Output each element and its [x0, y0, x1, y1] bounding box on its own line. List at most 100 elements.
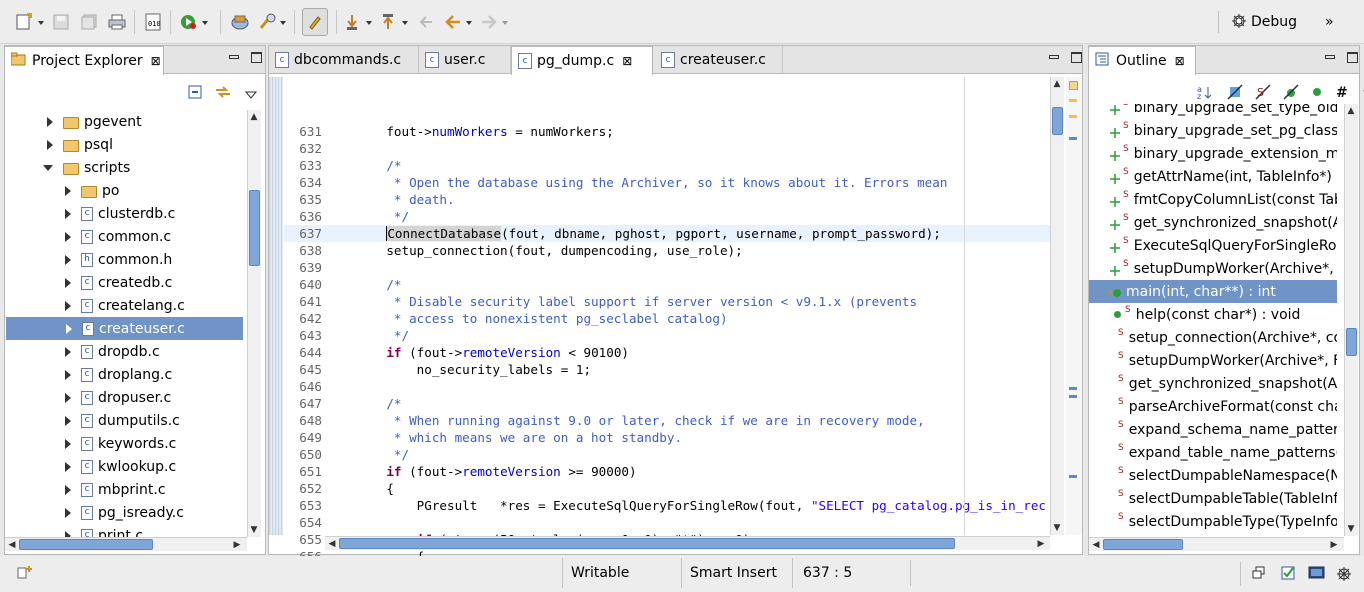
code-line[interactable]: 636 */	[284, 208, 1050, 225]
project-tree-hscrollbar[interactable]: ◀ ▶	[5, 537, 247, 551]
tree-collapsed-icon[interactable]	[5, 116, 63, 127]
tree-item[interactable]: c dumputils.c	[5, 409, 244, 432]
tree-collapsed-icon[interactable]	[5, 346, 81, 357]
tab-user[interactable]: c user.c	[419, 46, 511, 74]
outline-item[interactable]: SgetAttrName(int, TableInfo*) :	[1089, 165, 1337, 188]
tab-dbcommands[interactable]: c dbcommands.c	[269, 46, 419, 74]
tree-collapsed-icon[interactable]	[5, 231, 81, 242]
outline-vscrollbar[interactable]: ▲ ▼	[1344, 104, 1358, 536]
scroll-up-icon[interactable]: ▲	[1051, 78, 1063, 90]
tree-expanded-icon[interactable]	[5, 164, 63, 171]
code-line[interactable]: 652 {	[284, 480, 1050, 497]
minimize-icon[interactable]	[1325, 55, 1335, 59]
tree-collapsed-icon[interactable]	[5, 415, 81, 426]
code-line[interactable]: 635 * death.	[284, 191, 1050, 208]
scroll-down-icon[interactable]: ▼	[1345, 523, 1357, 535]
fast-view-icon[interactable]	[16, 564, 34, 584]
tree-item[interactable]: c kwlookup.c	[5, 455, 244, 478]
tab-project-explorer[interactable]: Project Explorer ⊠	[4, 46, 164, 75]
close-icon[interactable]: ⊠	[1175, 54, 1185, 68]
code-line[interactable]: 631 fout->numWorkers = numWorkers;	[284, 123, 1050, 140]
toggle-mark-occurrences-icon[interactable]	[302, 8, 328, 36]
scroll-down-icon[interactable]: ▼	[1051, 522, 1063, 534]
outline-item[interactable]: S ExecuteSqlQueryForSingleRow	[1089, 234, 1337, 257]
scroll-left-icon[interactable]: ◀	[6, 539, 18, 551]
code-line[interactable]: 638 setup_connection(fout, dumpencoding,…	[284, 242, 1050, 259]
tree-item[interactable]: c clusterdb.c	[5, 202, 244, 225]
code-line[interactable]: 639	[284, 259, 1050, 276]
debug-view-icon[interactable]	[1336, 565, 1354, 585]
last-edit-location-icon[interactable]	[418, 12, 436, 32]
outline-item[interactable]: main(int, char**) : int	[1089, 280, 1337, 303]
scroll-down-icon[interactable]: ▼	[248, 524, 260, 536]
tree-collapsed-icon[interactable]	[5, 277, 81, 288]
console-icon[interactable]	[1308, 565, 1326, 585]
code-line[interactable]: 654	[284, 514, 1050, 531]
outline-item[interactable]: Sget_synchronized_snapshot(A	[1089, 211, 1337, 234]
outline-item[interactable]: Sbinary_upgrade_set_type_oids	[1089, 104, 1337, 119]
outline-item[interactable]: Sexpand_schema_name_patter	[1089, 418, 1337, 441]
scroll-left-icon[interactable]: ◀	[326, 538, 338, 550]
code-line[interactable]: 641 * Disable security label support if …	[284, 293, 1050, 310]
link-with-editor-icon[interactable]	[214, 84, 232, 104]
tree-collapsed-icon[interactable]	[6, 323, 82, 334]
warning-overview-icon[interactable]	[1069, 81, 1078, 90]
tab-pg-dump[interactable]: c pg_dump.c ⊠	[511, 46, 653, 75]
outline-item[interactable]: SfmtCopyColumnList(const Tabl	[1089, 188, 1337, 211]
collapse-all-icon[interactable]	[187, 84, 203, 104]
scroll-thumb[interactable]	[1103, 539, 1183, 550]
tree-collapsed-icon[interactable]	[5, 300, 81, 311]
tree-collapsed-icon[interactable]	[5, 507, 81, 518]
maximize-icon[interactable]	[251, 52, 262, 63]
tree-collapsed-icon[interactable]	[5, 185, 81, 196]
hide-non-public-icon[interactable]	[1283, 84, 1299, 104]
view-menu-icon[interactable]	[244, 88, 258, 103]
code-line[interactable]: 642 * access to nonexistent pg_seclabel …	[284, 310, 1050, 327]
tree-item[interactable]: c createuser.c	[6, 317, 243, 340]
scroll-up-icon[interactable]: ▲	[1345, 105, 1357, 117]
outline-item[interactable]: Ssetup_connection(Archive*, co	[1089, 326, 1337, 349]
tree-collapsed-icon[interactable]	[5, 139, 63, 150]
tree-collapsed-icon[interactable]	[5, 484, 81, 495]
back-icon[interactable]	[444, 12, 474, 32]
scroll-thumb[interactable]	[1052, 107, 1063, 135]
tree-item[interactable]: c createlang.c	[5, 294, 244, 317]
tree-collapsed-icon[interactable]	[5, 461, 81, 472]
outline-hscrollbar[interactable]: ◀ ▶	[1089, 537, 1344, 551]
scroll-thumb[interactable]	[1346, 328, 1357, 356]
perspective-switcher[interactable]: Debug »	[1218, 6, 1360, 38]
outline-item[interactable]: Sbinary_upgrade_extension_m	[1089, 142, 1337, 165]
scroll-right-icon[interactable]: ▶	[1328, 539, 1340, 551]
tree-item[interactable]: c droplang.c	[5, 363, 244, 386]
tree-collapsed-icon[interactable]	[5, 392, 81, 403]
sort-icon[interactable]: az	[1197, 84, 1215, 104]
outline-item[interactable]: Sget_synchronized_snapshot(A	[1089, 372, 1337, 395]
code-line[interactable]: 651 if (fout->remoteVersion >= 90000)	[284, 463, 1050, 480]
editor-hscrollbar[interactable]: ◀ ▶	[325, 536, 1050, 550]
code-line[interactable]: 632	[284, 140, 1050, 157]
outline-item[interactable]: SparseArchiveFormat(const cha	[1089, 395, 1337, 418]
code-line[interactable]: 640 /*	[284, 276, 1050, 293]
overview-ruler[interactable]	[1066, 77, 1082, 535]
tab-outline[interactable]: Outline ⊠	[1088, 46, 1196, 75]
code-line[interactable]: 650 */	[284, 446, 1050, 463]
print-icon[interactable]	[108, 12, 126, 32]
maximize-icon[interactable]	[1347, 52, 1358, 63]
close-icon[interactable]: ⊠	[151, 54, 161, 68]
tree-item[interactable]: c dropuser.c	[5, 386, 244, 409]
code-editor[interactable]: 631 fout->numWorkers = numWorkers; 632 633…	[284, 123, 1050, 579]
code-line[interactable]: 653 PGresult *res = ExecuteSqlQueryForSi…	[284, 497, 1050, 514]
project-tree-vscrollbar[interactable]: ▲ ▼	[247, 110, 261, 537]
tree-item[interactable]: c mbprint.c	[5, 478, 244, 501]
tree-item[interactable]: c pg_isready.c	[5, 501, 244, 524]
scroll-right-icon[interactable]: ▶	[231, 539, 243, 551]
minimize-icon[interactable]	[229, 55, 239, 59]
tree-item[interactable]: c dropdb.c	[5, 340, 244, 363]
tree-item[interactable]: c createdb.c	[5, 271, 244, 294]
tree-item[interactable]: c keywords.c	[5, 432, 244, 455]
more-perspectives-icon[interactable]: »	[1325, 14, 1334, 30]
outline-item[interactable]: Shelp(const char*) : void	[1089, 303, 1337, 326]
scroll-left-icon[interactable]: ◀	[1090, 539, 1102, 551]
save-all-icon[interactable]	[80, 12, 98, 32]
tree-item[interactable]: c print.c	[5, 524, 244, 537]
